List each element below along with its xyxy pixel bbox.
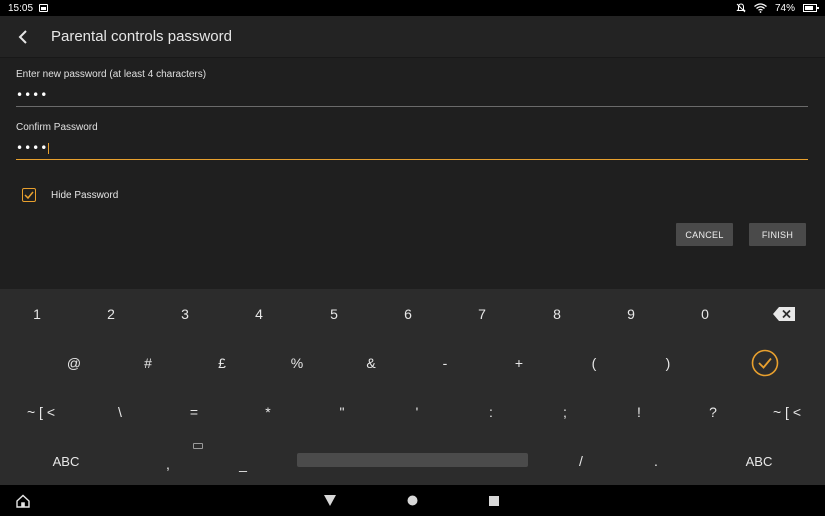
key-6[interactable]: 6 — [388, 294, 428, 334]
key-hash[interactable]: # — [128, 343, 168, 383]
image-notification-icon — [39, 4, 49, 12]
key-ampersand[interactable]: & — [351, 343, 391, 383]
circle-icon — [407, 495, 417, 506]
check-circle-icon — [751, 349, 779, 377]
hide-password-label: Hide Password — [51, 189, 119, 201]
abc-key-right[interactable]: ABC — [734, 441, 784, 481]
key-8[interactable]: 8 — [537, 294, 577, 334]
battery-icon — [803, 4, 819, 12]
chevron-left-icon — [18, 29, 27, 44]
key-apostrophe[interactable]: ' — [397, 392, 437, 432]
key-semicolon[interactable]: ; — [545, 392, 585, 432]
key-plus[interactable]: + — [499, 343, 539, 383]
navigation-bar — [0, 485, 825, 516]
abc-key-left[interactable]: ABC — [41, 441, 91, 481]
status-bar: 15:05 74% — [0, 0, 825, 16]
key-double-quote[interactable]: " — [322, 392, 362, 432]
key-pound[interactable]: £ — [202, 343, 242, 383]
confirm-password-field: Confirm Password •••• — [16, 112, 808, 167]
key-comma[interactable]: , — [148, 444, 188, 484]
key-2[interactable]: 2 — [91, 294, 131, 334]
hide-password-toggle[interactable]: Hide Password — [22, 188, 118, 202]
spacebar[interactable] — [297, 453, 528, 467]
back-triangle-icon — [324, 495, 336, 506]
key-at[interactable]: @ — [54, 343, 94, 383]
key-3[interactable]: 3 — [165, 294, 205, 334]
cancel-button[interactable]: CANCEL — [676, 223, 733, 246]
key-underscore[interactable]: _ — [223, 444, 263, 484]
symbols-key-left[interactable]: ~ [ < — [20, 392, 62, 432]
new-password-field: Enter new password (at least 4 character… — [16, 58, 808, 112]
backspace-icon — [773, 307, 795, 321]
symbols-key-right[interactable]: ~ [ < — [766, 392, 808, 432]
home-nav-button[interactable] — [400, 485, 424, 516]
notifications-off-icon — [736, 3, 746, 13]
finish-button[interactable]: FINISH — [749, 223, 806, 246]
back-button[interactable] — [0, 16, 46, 58]
key-equals[interactable]: = — [174, 392, 214, 432]
key-slash[interactable]: / — [561, 441, 601, 481]
key-1[interactable]: 1 — [17, 294, 57, 334]
key-percent[interactable]: % — [277, 343, 317, 383]
key-7[interactable]: 7 — [462, 294, 502, 334]
page-title: Parental controls password — [51, 28, 232, 45]
status-time: 15:05 — [8, 2, 34, 14]
confirm-password-label: Confirm Password — [16, 122, 98, 133]
new-password-label: Enter new password (at least 4 character… — [16, 69, 207, 80]
home-icon — [16, 494, 30, 508]
key-open-paren[interactable]: ( — [574, 343, 614, 383]
key-question[interactable]: ? — [693, 392, 733, 432]
password-form: Enter new password (at least 4 character… — [16, 58, 808, 167]
confirm-password-underline — [16, 159, 808, 160]
battery-percent: 74% — [774, 2, 795, 14]
key-9[interactable]: 9 — [611, 294, 651, 334]
key-0[interactable]: 0 — [685, 294, 725, 334]
key-colon[interactable]: : — [471, 392, 511, 432]
new-password-input[interactable]: •••• — [16, 80, 808, 106]
new-password-underline — [16, 106, 808, 107]
checkmark-icon — [24, 191, 34, 199]
text-caret — [48, 143, 50, 154]
key-minus[interactable]: - — [425, 343, 465, 383]
key-period[interactable]: . — [636, 441, 676, 481]
key-exclamation[interactable]: ! — [619, 392, 659, 432]
recents-button[interactable] — [482, 485, 506, 516]
confirm-password-value: •••• — [16, 141, 49, 155]
square-icon — [489, 495, 499, 506]
key-5[interactable]: 5 — [314, 294, 354, 334]
wifi-icon — [754, 3, 767, 13]
key-asterisk[interactable]: * — [248, 392, 288, 432]
key-4[interactable]: 4 — [239, 294, 279, 334]
key-close-paren[interactable]: ) — [648, 343, 688, 383]
key-backslash[interactable]: \ — [100, 392, 140, 432]
keyboard-icon — [193, 443, 203, 449]
confirm-password-input[interactable]: •••• — [16, 133, 808, 159]
back-nav-button[interactable] — [318, 485, 342, 516]
done-key[interactable] — [745, 343, 785, 383]
app-bar: Parental controls password — [0, 16, 825, 58]
status-icons: 74% — [736, 2, 819, 14]
backspace-key[interactable] — [764, 294, 804, 334]
hide-password-checkbox[interactable] — [22, 188, 36, 202]
home-button[interactable] — [10, 485, 36, 516]
on-screen-keyboard: 1 2 3 4 5 6 7 8 9 0 @ # £ % & - + ( ) ~ … — [0, 289, 825, 485]
